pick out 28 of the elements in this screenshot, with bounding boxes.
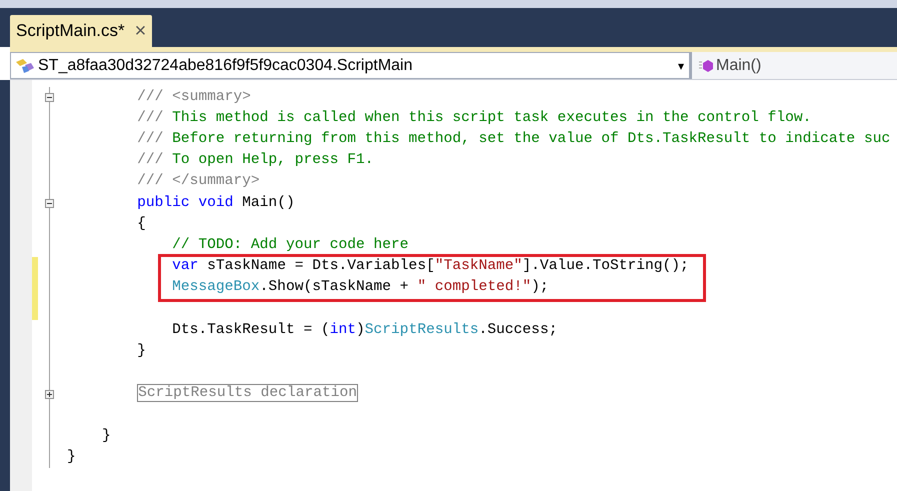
code-line: } (102, 426, 111, 446)
close-icon[interactable]: × (134, 21, 146, 41)
method-icon (698, 58, 714, 74)
collapse-icon[interactable] (45, 93, 54, 102)
type-name: ST_a8faa30d32724abe816f9f5f9cac0304.ScriptMain (38, 56, 414, 76)
code-comment: // TODO: Add your code here (172, 236, 409, 255)
code-line: public void Main() (137, 194, 295, 213)
expand-icon[interactable] (45, 390, 54, 399)
code-comment: /// </summary> (137, 172, 260, 192)
code-comment: /// This method is called when this script task executes in the control flow. (137, 108, 812, 128)
code-line: var sTaskName = Dts.Variables["TaskName"].Value.ToString(); (172, 257, 689, 276)
member-dropdown[interactable]: Main() (690, 52, 897, 79)
editor-tab[interactable]: ScriptMain.cs* × (10, 15, 152, 47)
class-icon (14, 56, 36, 74)
tab-label: ScriptMain.cs* (16, 20, 125, 42)
code-line: Dts.TaskResult = (int)ScriptResults.Success; (172, 320, 558, 340)
code-comment: /// <summary> (137, 88, 251, 107)
code-line: MessageBox.Show(sTaskName + " completed!"); (172, 278, 549, 298)
code-line: } (137, 342, 146, 361)
code-line: } (67, 448, 76, 467)
collapse-icon[interactable] (45, 199, 54, 208)
code-comment: /// To open Help, press F1. (137, 151, 374, 170)
collapsed-region[interactable]: ScriptResults declaration (137, 384, 358, 402)
type-dropdown[interactable]: ST_a8faa30d32724abe816f9f5f9cac0304.ScriptMain ▾ (10, 52, 690, 79)
member-name: Main() (716, 56, 762, 76)
caret-icon: ▾ (678, 56, 686, 74)
code-comment: /// Before returning from this method, set the value of Dts.TaskResult to indicate suc (137, 130, 890, 150)
code-line: { (137, 214, 146, 234)
